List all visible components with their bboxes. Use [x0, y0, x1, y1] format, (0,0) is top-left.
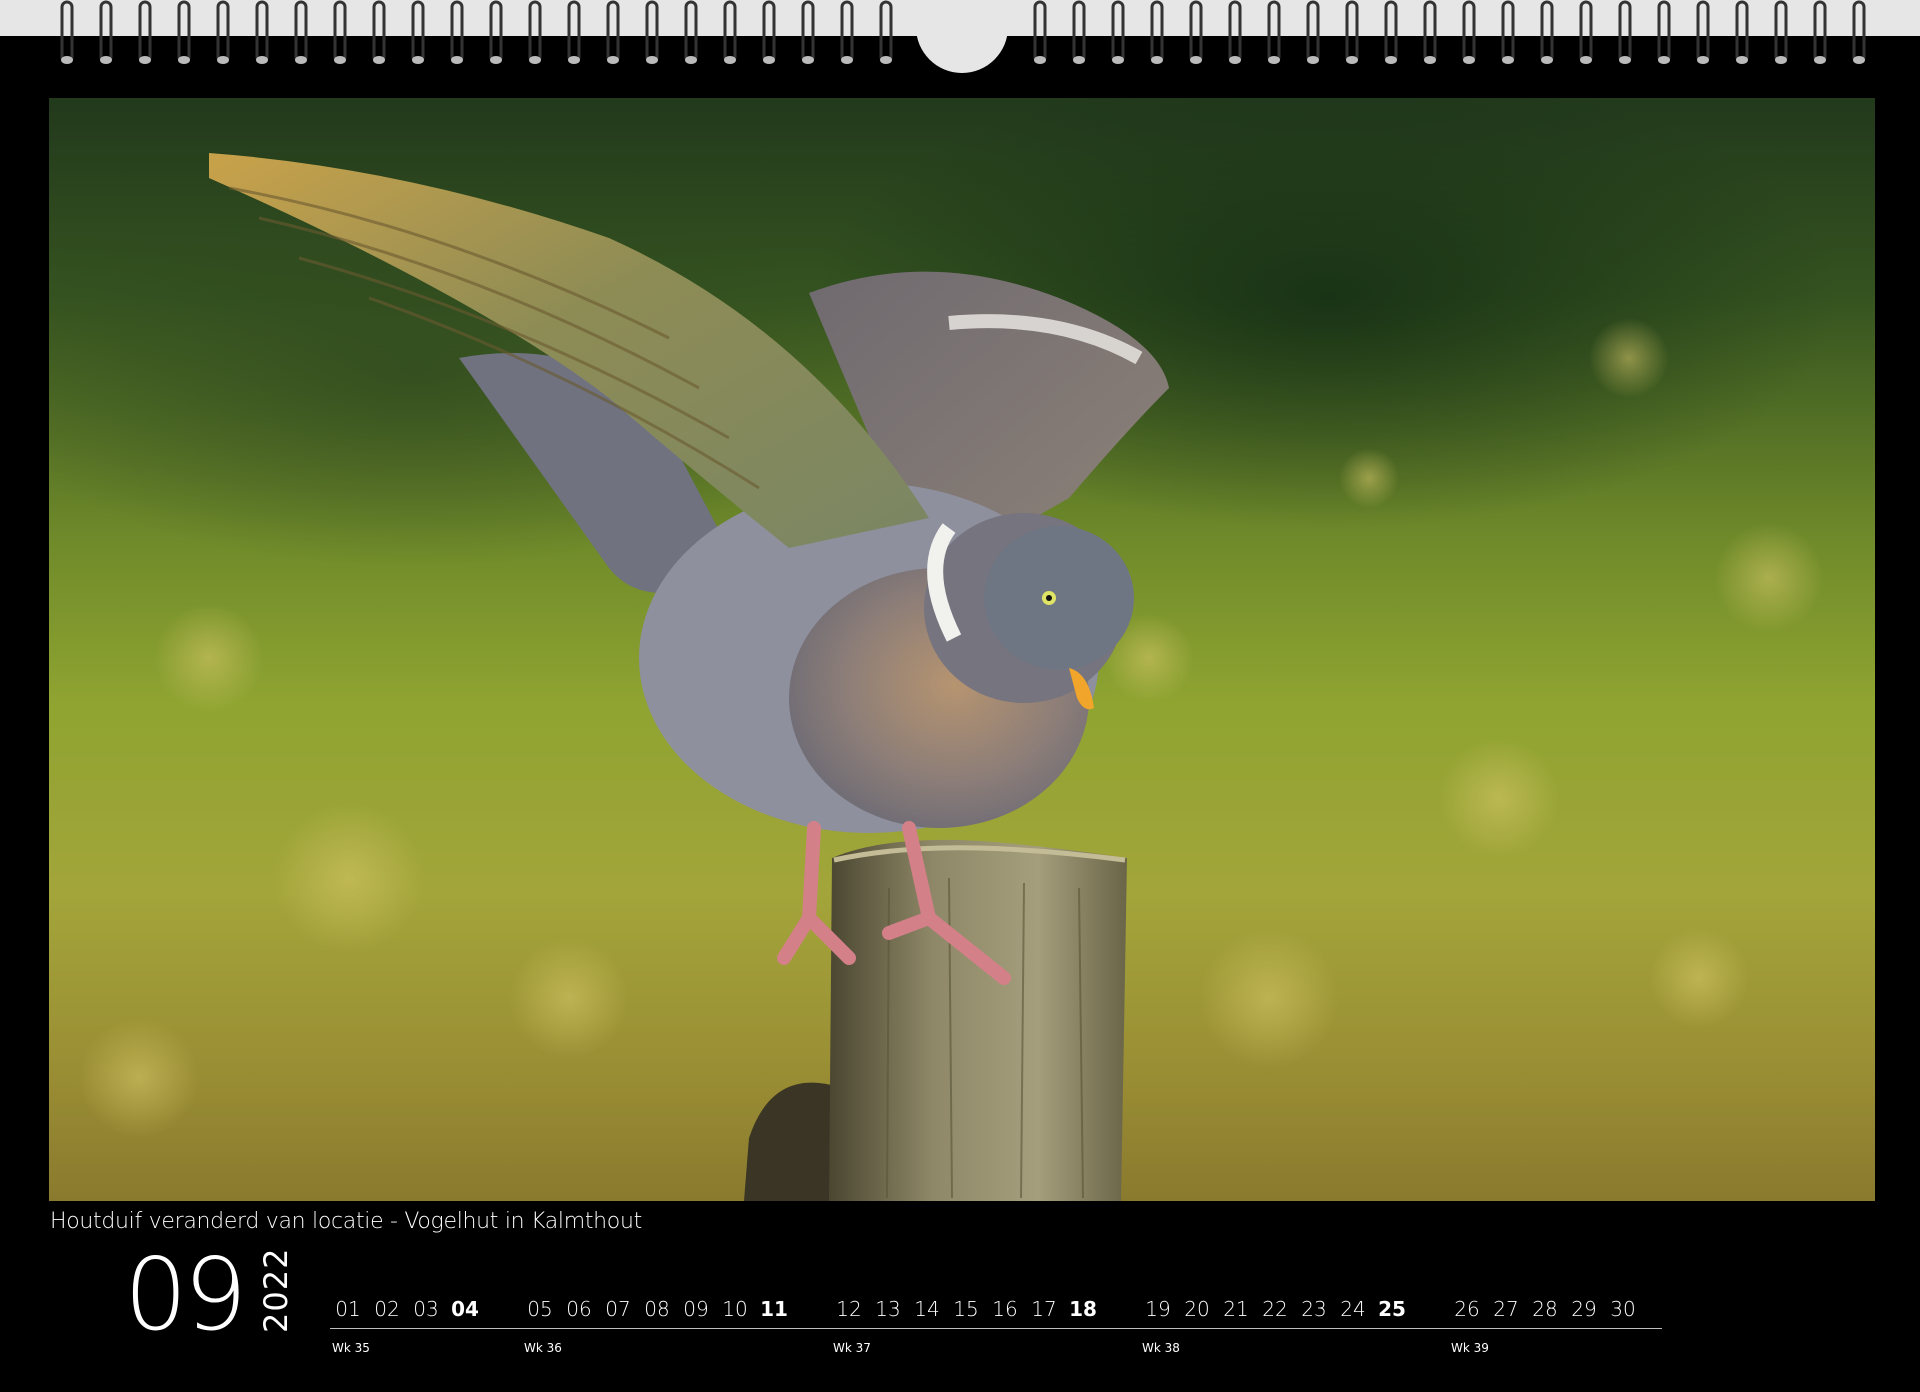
week-label: Wk 37	[833, 1341, 871, 1355]
calendar-day: 26	[1454, 1297, 1480, 1321]
calendar-day: 22	[1262, 1297, 1288, 1321]
day-divider	[330, 1328, 1662, 1329]
week-label: Wk 36	[524, 1341, 562, 1355]
calendar-day: 17	[1031, 1297, 1057, 1321]
week-label: Wk 39	[1451, 1341, 1489, 1355]
calendar-day: 01	[335, 1297, 361, 1321]
week-label: Wk 38	[1142, 1341, 1180, 1355]
calendar-day: 30	[1610, 1297, 1636, 1321]
calendar-day: 29	[1571, 1297, 1597, 1321]
calendar-day: 12	[836, 1297, 862, 1321]
month-number: 09	[124, 1236, 247, 1353]
calendar-day: 07	[605, 1297, 631, 1321]
photo-wood-pigeon	[49, 98, 1875, 1201]
calendar-day: 19	[1145, 1297, 1171, 1321]
calendar-day: 03	[413, 1297, 439, 1321]
calendar-day: 02	[374, 1297, 400, 1321]
photo-caption: Houtduif veranderd van locatie - Vogelhu…	[50, 1209, 642, 1234]
calendar-day: 14	[914, 1297, 940, 1321]
calendar-day: 24	[1340, 1297, 1366, 1321]
calendar-day: 11	[760, 1297, 788, 1321]
calendar-day: 15	[953, 1297, 979, 1321]
calendar-day: 20	[1184, 1297, 1210, 1321]
calendar-day: 25	[1378, 1297, 1406, 1321]
calendar-day: 04	[451, 1297, 479, 1321]
calendar-day: 10	[722, 1297, 748, 1321]
pigeon-illustration	[79, 153, 1824, 1201]
calendar-day: 27	[1493, 1297, 1519, 1321]
calendar-day: 21	[1223, 1297, 1249, 1321]
calendar-day: 23	[1301, 1297, 1327, 1321]
week-label: Wk 35	[332, 1341, 370, 1355]
pigeon-head	[984, 526, 1134, 670]
calendar-day: 18	[1069, 1297, 1097, 1321]
calendar-day: 06	[566, 1297, 592, 1321]
calendar-day: 16	[992, 1297, 1018, 1321]
calendar-day: 13	[875, 1297, 901, 1321]
calendar-day: 08	[644, 1297, 670, 1321]
year-label: 2022	[257, 1247, 295, 1333]
calendar-day: 09	[683, 1297, 709, 1321]
calendar-day: 28	[1532, 1297, 1558, 1321]
calendar-day: 05	[527, 1297, 553, 1321]
